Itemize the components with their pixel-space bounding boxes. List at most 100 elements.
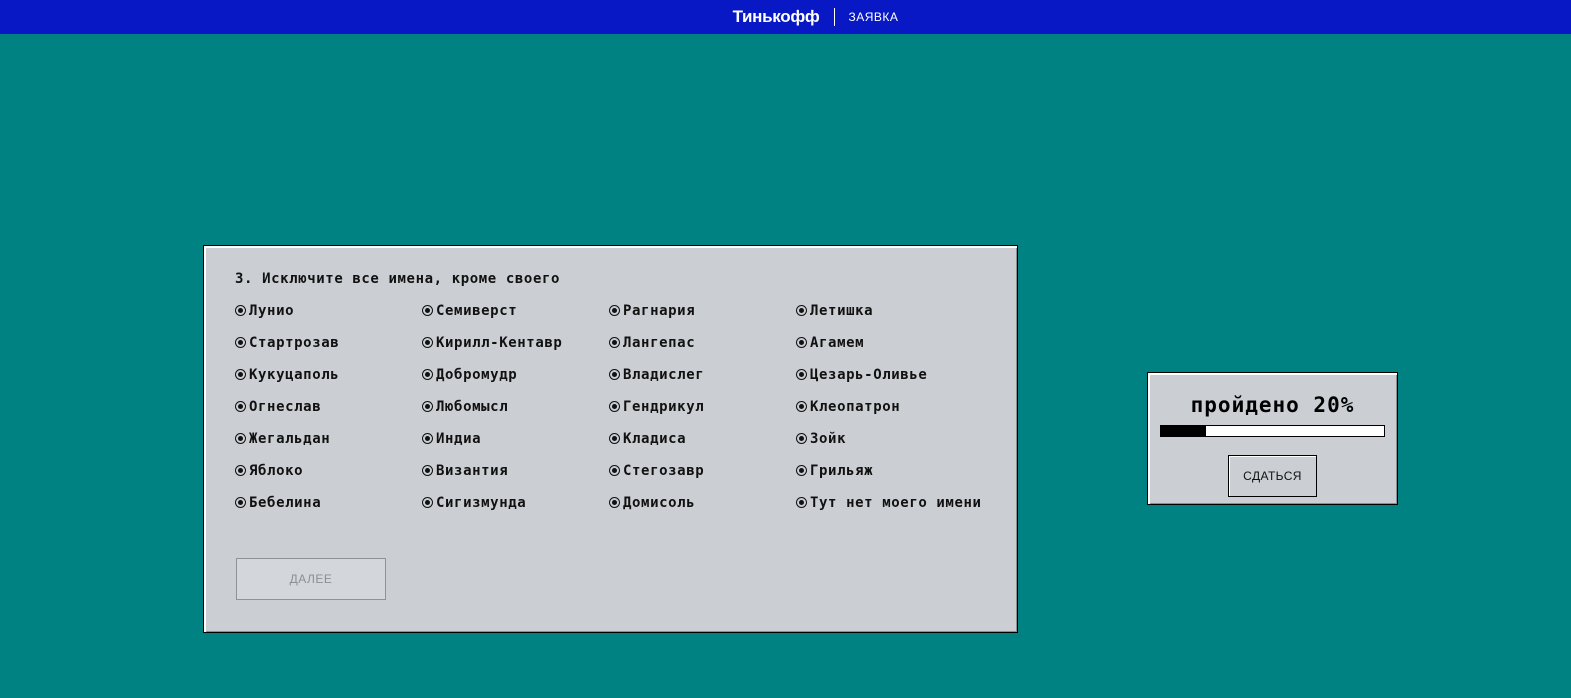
radio-icon[interactable] <box>235 305 246 316</box>
radio-icon[interactable] <box>235 465 246 476</box>
option-label: Бебелина <box>249 495 322 511</box>
progress-window: пройдено 20% СДАТЬСЯ <box>1147 372 1398 505</box>
progress-label: пройдено 20% <box>1190 393 1355 417</box>
name-option[interactable]: Лунио <box>235 301 422 321</box>
option-label: Кукуцаполь <box>249 367 340 383</box>
option-label: Домисоль <box>623 495 696 511</box>
name-option[interactable]: Византия <box>422 461 609 481</box>
option-label: Зойк <box>810 431 847 447</box>
radio-icon[interactable] <box>609 369 620 380</box>
radio-icon[interactable] <box>796 369 807 380</box>
radio-icon[interactable] <box>796 497 807 508</box>
option-label: Яблоко <box>249 463 304 479</box>
option-label: Летишка <box>810 303 874 319</box>
options-grid: Лунио Стартрозав Кукуцаполь Огнеслав Жегальд… <box>235 301 983 525</box>
name-option[interactable]: Грильяж <box>796 461 983 481</box>
options-column: Лунио Стартрозав Кукуцаполь Огнеслав Жегальд… <box>235 301 422 525</box>
question-text: 3. Исключите все имена, кроме своего <box>235 271 561 287</box>
option-label: Огнеслав <box>249 399 322 415</box>
name-option[interactable]: Любомысл <box>422 397 609 417</box>
options-column: Летишка Агамем Цезарь-Оливье Клеопатрон Зойк… <box>796 301 983 525</box>
radio-icon[interactable] <box>235 369 246 380</box>
name-option[interactable]: Добромудр <box>422 365 609 385</box>
options-column: Рагнария Лангепас Владислег Гендрикул Кладис… <box>609 301 796 525</box>
option-label: Стартрозав <box>249 335 340 351</box>
header-subtitle: ЗАЯВКА <box>848 10 899 24</box>
progress-fill <box>1161 426 1206 436</box>
option-label: Стегозавр <box>623 463 705 479</box>
option-label: Владислег <box>623 367 705 383</box>
radio-icon[interactable] <box>422 369 433 380</box>
option-label: Лунио <box>249 303 295 319</box>
radio-icon[interactable] <box>796 401 807 412</box>
brand-logo[interactable]: Тинькофф <box>733 7 820 27</box>
name-option[interactable]: Лангепас <box>609 333 796 353</box>
option-label: Грильяж <box>810 463 874 479</box>
name-option[interactable]: Семиверст <box>422 301 609 321</box>
radio-icon[interactable] <box>422 337 433 348</box>
header-divider <box>833 8 835 26</box>
option-label: Добромудр <box>436 367 518 383</box>
options-column: Семиверст Кирилл-Кентавр Добромудр Любомысл… <box>422 301 609 525</box>
name-option[interactable]: Сигизмунда <box>422 493 609 513</box>
radio-icon[interactable] <box>422 465 433 476</box>
radio-icon[interactable] <box>796 433 807 444</box>
top-bar: Тинькофф ЗАЯВКА <box>0 0 1571 34</box>
name-option[interactable]: Стартрозав <box>235 333 422 353</box>
radio-icon[interactable] <box>609 337 620 348</box>
name-option[interactable]: Рагнария <box>609 301 796 321</box>
name-option[interactable]: Зойк <box>796 429 983 449</box>
radio-icon[interactable] <box>609 465 620 476</box>
name-option[interactable]: Владислег <box>609 365 796 385</box>
option-label: Любомысл <box>436 399 509 415</box>
name-option[interactable]: Тут нет моего имени <box>796 493 983 513</box>
radio-icon[interactable] <box>235 433 246 444</box>
name-option[interactable]: Кирилл-Кентавр <box>422 333 609 353</box>
name-option[interactable]: Гендрикул <box>609 397 796 417</box>
quiz-window: 3. Исключите все имена, кроме своего Лун… <box>203 245 1018 633</box>
radio-icon[interactable] <box>796 337 807 348</box>
radio-icon[interactable] <box>422 497 433 508</box>
progress-bar <box>1160 425 1385 437</box>
option-label: Жегальдан <box>249 431 331 447</box>
name-option[interactable]: Стегозавр <box>609 461 796 481</box>
name-option[interactable]: Жегальдан <box>235 429 422 449</box>
name-option[interactable]: Бебелина <box>235 493 422 513</box>
next-button[interactable]: ДАЛЕЕ <box>236 558 386 600</box>
option-label: Гендрикул <box>623 399 705 415</box>
option-label: Клеопатрон <box>810 399 901 415</box>
name-option[interactable]: Огнеслав <box>235 397 422 417</box>
give-up-button[interactable]: СДАТЬСЯ <box>1228 455 1317 497</box>
option-label: Сигизмунда <box>436 495 527 511</box>
name-option[interactable]: Летишка <box>796 301 983 321</box>
radio-icon[interactable] <box>235 401 246 412</box>
option-label: Лангепас <box>623 335 696 351</box>
radio-icon[interactable] <box>609 401 620 412</box>
radio-icon[interactable] <box>796 305 807 316</box>
radio-icon[interactable] <box>796 465 807 476</box>
radio-icon[interactable] <box>422 401 433 412</box>
option-label: Индиа <box>436 431 482 447</box>
option-label: Тут нет моего имени <box>810 495 982 511</box>
radio-icon[interactable] <box>422 433 433 444</box>
radio-icon[interactable] <box>422 305 433 316</box>
option-label: Византия <box>436 463 509 479</box>
name-option[interactable]: Агамем <box>796 333 983 353</box>
name-option[interactable]: Кукуцаполь <box>235 365 422 385</box>
option-label: Кладиса <box>623 431 687 447</box>
option-label: Кирилл-Кентавр <box>436 335 563 351</box>
option-label: Агамем <box>810 335 865 351</box>
radio-icon[interactable] <box>609 305 620 316</box>
name-option[interactable]: Индиа <box>422 429 609 449</box>
name-option[interactable]: Клеопатрон <box>796 397 983 417</box>
option-label: Цезарь-Оливье <box>810 367 928 383</box>
radio-icon[interactable] <box>609 497 620 508</box>
radio-icon[interactable] <box>235 497 246 508</box>
name-option[interactable]: Кладиса <box>609 429 796 449</box>
name-option[interactable]: Цезарь-Оливье <box>796 365 983 385</box>
radio-icon[interactable] <box>235 337 246 348</box>
name-option[interactable]: Яблоко <box>235 461 422 481</box>
radio-icon[interactable] <box>609 433 620 444</box>
option-label: Семиверст <box>436 303 518 319</box>
name-option[interactable]: Домисоль <box>609 493 796 513</box>
